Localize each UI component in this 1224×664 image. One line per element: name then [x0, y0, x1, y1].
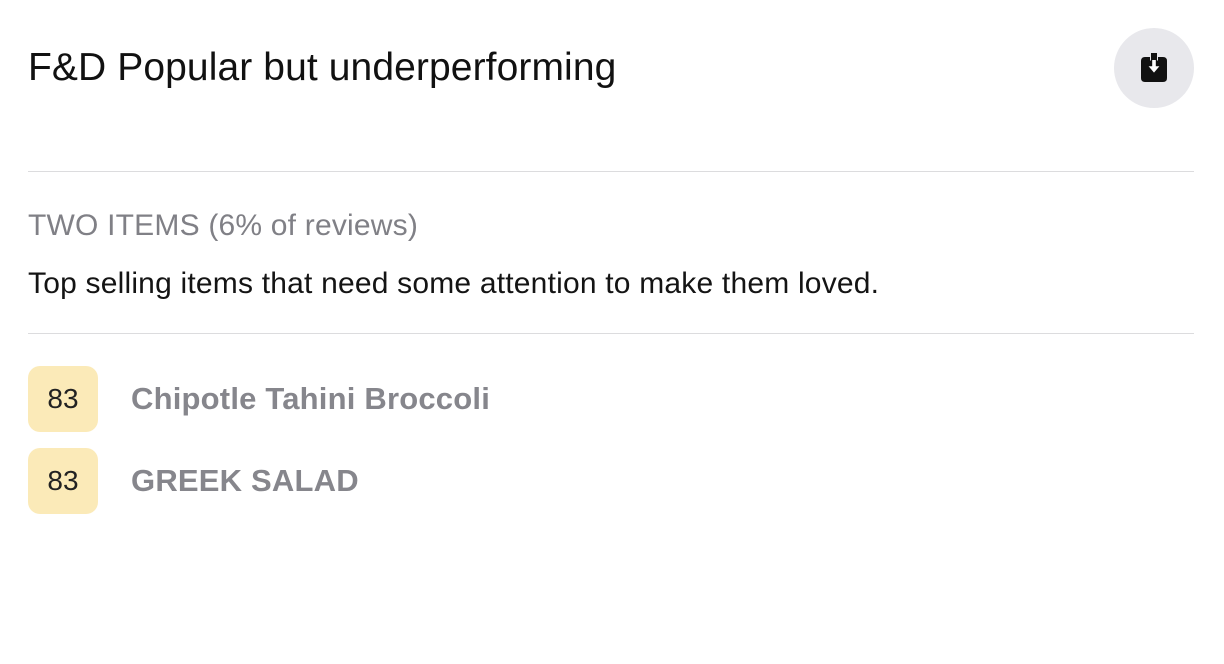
- item-count-label: TWO ITEMS (6% of reviews): [28, 209, 419, 242]
- download-icon: [1140, 52, 1168, 84]
- item-name: GREEK SALAD: [131, 463, 359, 498]
- download-button[interactable]: [1114, 28, 1194, 108]
- card-title: F&D Popular but underperforming: [28, 46, 617, 89]
- summary-description: Top selling items that need some attenti…: [28, 267, 880, 300]
- item-name: Chipotle Tahini Broccoli: [131, 381, 491, 416]
- score-badge: 83: [28, 366, 98, 432]
- list-item[interactable]: 83 Chipotle Tahini Broccoli: [28, 366, 490, 432]
- popular-underperforming-card: F&D Popular but underperforming TWO ITEM…: [0, 0, 1224, 664]
- card-header: F&D Popular but underperforming: [28, 0, 1194, 172]
- list-item[interactable]: 83 GREEK SALAD: [28, 448, 359, 514]
- summary-section: TWO ITEMS (6% of reviews) Top selling it…: [28, 172, 1194, 334]
- score-badge: 83: [28, 448, 98, 514]
